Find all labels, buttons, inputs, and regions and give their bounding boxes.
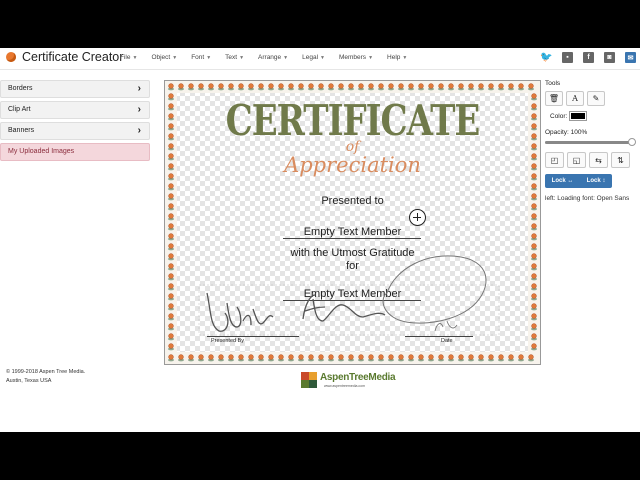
date-line [405,336,473,337]
chevron-right-icon: › [137,104,141,115]
color-picker[interactable] [569,111,587,121]
footer-logo[interactable]: AspenTreeMedia www.aspentreemedia.com [300,370,400,390]
recipient-line [283,238,421,239]
certificate-appreciation[interactable]: Appreciation [165,153,540,177]
lock-buttons[interactable]: Lock ↔ Lock ↕ [545,174,612,188]
caret-down-icon: ▼ [132,55,138,61]
lock-horizontal-button[interactable]: Lock ↔ [552,178,574,184]
opacity-label: Opacity: 100% [545,129,588,136]
for-text[interactable]: for [165,260,540,272]
caret-down-icon: ▼ [283,55,289,61]
text-tool-button[interactable]: A [566,91,584,106]
status-text: left: Loading font: Open Sans [545,195,630,202]
opacity-slider-fill [545,141,632,144]
lock-vertical-button[interactable]: Lock ↕ [587,178,606,184]
copyright-location: Austin, Texas USA [6,378,52,384]
menu-label: Arrange [258,54,282,61]
menu-label: File [120,54,131,61]
sidebar-item-banners[interactable]: Banners › [0,122,150,140]
main-menu: File ▼ Object ▼ Font ▼ Text ▼ Arrange ▼ Legal… [120,54,421,61]
recipient-name[interactable]: Empty Text Member [165,226,540,238]
reason-text[interactable]: Empty Text Member [165,288,540,300]
instagram-icon[interactable]: ◙ [604,52,615,63]
menu-label: Help [387,54,401,61]
presented-to-text[interactable]: Presented to [165,195,540,207]
menu-legal[interactable]: Legal ▼ [302,54,325,61]
presented-by-label[interactable]: Presented By [211,338,244,344]
menu-members[interactable]: Members ▼ [339,54,373,61]
share-icon[interactable]: ▪ [562,52,573,63]
menu-text[interactable]: Text ▼ [225,54,244,61]
sidebar-item-label: Borders [8,85,33,92]
footer-logo-text: AspenTreeMedia [320,372,396,383]
sidebar-item-label: Banners [8,127,35,134]
footer-logo-url: www.aspentreemedia.com [324,384,366,388]
send-backward-icon: ◱ [572,155,581,165]
facebook-icon[interactable]: f [583,52,594,63]
mail-icon[interactable]: ✉ [625,52,636,63]
pencil-icon: ✎ [592,94,600,103]
sidebar: Borders › Clip Art › Banners › My Upload… [0,80,150,164]
copyright-line: © 1999-2018 Aspen Tree Media. [6,369,86,375]
send-backward-button[interactable]: ◱ [567,152,586,168]
caret-down-icon: ▼ [239,55,245,61]
social-links: 🐦 ▪ f ◙ ✉ [531,52,636,63]
color-label: Color: [550,113,568,120]
aspen-tree-logo-icon [301,372,317,388]
sidebar-item-borders[interactable]: Borders › [0,80,150,98]
reason-line [283,300,421,301]
tool-row-edit: 🗑 A ✎ [545,91,608,106]
text-a-icon: A [572,94,578,103]
menu-label: Members [338,54,367,61]
app-window: Certificate Creator File ▼ Object ▼ Font ▼ … [0,48,640,432]
flip-vertical-button[interactable]: ⇅ [611,152,630,168]
twitter-icon[interactable]: 🐦 [540,52,552,63]
menu-font[interactable]: Font ▼ [191,54,211,61]
caret-down-icon: ▼ [172,55,178,61]
menu-file[interactable]: File ▼ [120,54,137,61]
trash-icon: 🗑 [548,94,560,103]
certificate-canvas[interactable]: CERTIFICATE of Appreciation Presented to… [164,80,541,365]
date-label[interactable]: Date [441,338,453,344]
bring-forward-button[interactable]: ◰ [545,152,564,168]
caret-down-icon: ▼ [368,55,374,61]
sidebar-item-my-uploaded-images[interactable]: My Uploaded Images [0,143,150,161]
menu-label: Legal [302,54,319,61]
sidebar-item-label: My Uploaded Images [8,148,75,155]
menu-label: Text [225,54,238,61]
top-navbar: Certificate Creator File ▼ Object ▼ Font ▼ … [0,48,640,70]
menu-help[interactable]: Help ▼ [387,54,407,61]
app-logo-icon [6,52,16,62]
sidebar-item-clip-art[interactable]: Clip Art › [0,101,150,119]
tools-panel: Tools 🗑 A ✎ Color: Opacity: 100% ◰ ◱ ⇆ ⇅… [545,80,640,202]
chevron-right-icon: › [137,83,141,94]
menu-label: Object [151,54,171,61]
opacity-slider[interactable] [545,138,636,146]
gratitude-text[interactable]: with the Utmost Gratitude [165,247,540,259]
color-swatch-fill [571,113,585,119]
flip-horizontal-button[interactable]: ⇆ [589,152,608,168]
delete-button[interactable]: 🗑 [545,91,563,106]
caret-down-icon: ▼ [320,55,325,61]
tools-title: Tools [545,80,561,87]
flip-vertical-icon: ⇅ [617,155,624,165]
caret-down-icon: ▼ [402,55,408,61]
pen-tool-button[interactable]: ✎ [587,91,605,106]
tool-row-arrange: ◰ ◱ ⇆ ⇅ [545,152,633,168]
menu-arrange[interactable]: Arrange ▼ [258,54,288,61]
presented-by-line [207,336,299,337]
bring-forward-icon: ◰ [550,155,559,165]
menu-label: Font [191,54,205,61]
chevron-right-icon: › [137,125,141,136]
move-cursor-icon [409,209,426,226]
menu-object[interactable]: Object ▼ [151,54,177,61]
copyright: © 1999-2018 Aspen Tree Media. Austin, Te… [6,368,85,386]
app-title: Certificate Creator [22,50,124,64]
flip-horizontal-icon: ⇆ [595,155,602,165]
sidebar-item-label: Clip Art [8,106,31,113]
caret-down-icon: ▼ [206,55,212,61]
opacity-slider-thumb[interactable] [628,138,636,146]
